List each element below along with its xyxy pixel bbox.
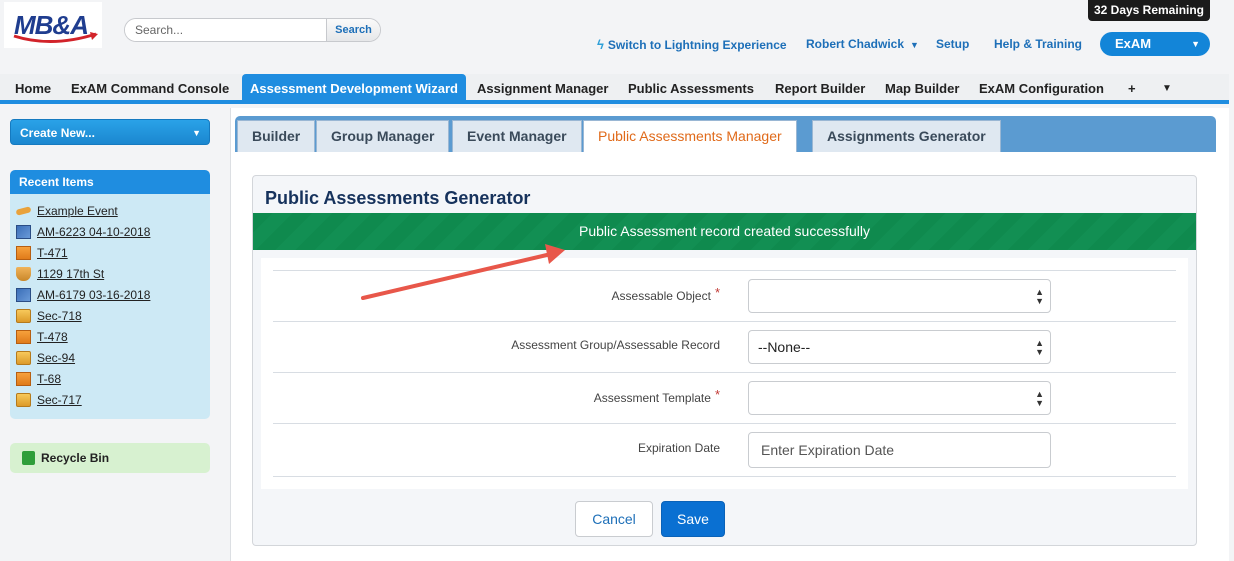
shield-icon: [16, 266, 31, 281]
expiration-date-label: Expiration Date: [390, 441, 720, 455]
recent-items-list: Example Event AM-6223 04-10-2018 T-471 1…: [10, 194, 210, 419]
tab-assessment-development-wizard[interactable]: Assessment Development Wizard: [242, 74, 466, 104]
subtab-group-manager[interactable]: Group Manager: [316, 120, 450, 152]
recent-item[interactable]: T-471: [16, 244, 68, 262]
tab-report-builder[interactable]: Report Builder: [767, 74, 873, 104]
recent-item[interactable]: Example Event: [16, 202, 118, 220]
search-input[interactable]: [125, 19, 328, 41]
subtab-assignments-generator[interactable]: Assignments Generator: [812, 120, 1001, 152]
lightning-bolt-icon: ϟ: [597, 37, 604, 52]
divider: [273, 423, 1176, 424]
recent-item-label: Example Event: [37, 204, 118, 218]
header: MB&A Search 32 Days Remaining ϟSwitch to…: [0, 0, 1234, 74]
select-arrows-icon: ▲ ▼: [1035, 338, 1044, 357]
assessment-group-label: Assessment Group/Assessable Record: [390, 338, 720, 352]
annotation-arrow-icon: [361, 244, 565, 300]
field-label-text: Expiration Date: [637, 441, 720, 455]
recent-item[interactable]: AM-6179 03-16-2018: [16, 286, 150, 304]
add-tab-icon[interactable]: +: [1120, 74, 1144, 104]
select-arrows-icon: ▲ ▼: [1035, 287, 1044, 306]
required-marker: *: [714, 285, 720, 300]
divider: [273, 476, 1176, 477]
recycle-bin-icon: [22, 450, 35, 465]
chevron-down-icon: ▼: [910, 40, 919, 50]
recent-item-label: 1129 17th St: [37, 267, 105, 281]
more-tabs-chevron-icon[interactable]: ▼: [1154, 74, 1180, 104]
app-switcher-label: ExAM: [1115, 36, 1152, 51]
subtab-event-manager[interactable]: Event Manager: [452, 120, 582, 152]
recent-item[interactable]: Sec-717: [16, 391, 82, 409]
panel-title: Public Assessments Generator: [265, 188, 531, 208]
box-icon: [16, 245, 31, 260]
save-button[interactable]: Save: [661, 501, 725, 537]
recycle-bin-link[interactable]: Recycle Bin: [10, 443, 210, 473]
stack-icon: [16, 308, 31, 323]
divider: [273, 372, 1176, 373]
recent-item-label: Sec-718: [37, 309, 82, 323]
create-new-label: Create New...: [20, 126, 95, 140]
required-marker: *: [714, 387, 720, 402]
box-icon: [16, 329, 31, 344]
tab-public-assessments[interactable]: Public Assessments: [620, 74, 762, 104]
cancel-button[interactable]: Cancel: [575, 501, 653, 537]
field-label-text: Assessment Template: [593, 391, 711, 405]
expiration-date-input[interactable]: [748, 432, 1051, 468]
main-nav: Home ExAM Command Console Assessment Dev…: [0, 74, 1229, 104]
stack-icon: [16, 350, 31, 365]
box-icon: [16, 371, 31, 386]
recent-item[interactable]: Sec-718: [16, 307, 82, 325]
recent-item-label: AM-6179 03-16-2018: [37, 288, 151, 302]
user-menu[interactable]: Robert Chadwick ▼: [806, 37, 919, 51]
help-training-link[interactable]: Help & Training: [994, 37, 1082, 51]
field-label-text: Assessable Object: [611, 289, 711, 303]
trial-days-badge: 32 Days Remaining: [1088, 0, 1210, 21]
tab-exam-command-console[interactable]: ExAM Command Console: [63, 74, 237, 104]
recent-item[interactable]: AM-6223 04-10-2018: [16, 223, 150, 241]
logo-swoosh-icon: [13, 32, 98, 43]
recent-item-label: Sec-717: [37, 393, 82, 407]
select-value: --None--: [758, 339, 811, 355]
recent-item-label: AM-6223 04-10-2018: [37, 225, 151, 239]
assignment-icon: [16, 287, 31, 302]
subtab-builder[interactable]: Builder: [237, 120, 316, 152]
recent-item[interactable]: T-478: [16, 328, 68, 346]
select-arrows-icon: ▲ ▼: [1035, 389, 1044, 408]
recent-item-label: T-471: [37, 246, 68, 260]
field-label-text: Assessment Group/Assessable Record: [511, 338, 720, 352]
recycle-bin-label: Recycle Bin: [41, 451, 110, 465]
tab-assignment-manager[interactable]: Assignment Manager: [469, 74, 616, 104]
switch-lightning-label: Switch to Lightning Experience: [607, 38, 787, 52]
recent-item-label: T-68: [37, 372, 62, 386]
assignment-icon: [16, 224, 31, 239]
event-icon: [16, 204, 31, 218]
recent-item[interactable]: 1129 17th St: [16, 265, 104, 283]
success-message: Public Assessment record created success…: [578, 223, 870, 239]
assessable-object-select[interactable]: ▲ ▼: [748, 279, 1051, 313]
divider: [273, 321, 1176, 322]
chevron-down-icon: ▼: [192, 128, 201, 138]
user-name: Robert Chadwick: [806, 37, 905, 51]
recent-item-label: Sec-94: [37, 351, 76, 365]
recent-items-header: Recent Items: [10, 170, 210, 194]
stack-icon: [16, 392, 31, 407]
create-new-dropdown[interactable]: Create New... ▼: [10, 119, 210, 145]
assessment-template-select[interactable]: ▲ ▼: [748, 381, 1051, 415]
tab-map-builder[interactable]: Map Builder: [877, 74, 967, 104]
search-box: Search: [124, 18, 381, 42]
recent-item[interactable]: Sec-94: [16, 349, 75, 367]
setup-link[interactable]: Setup: [936, 37, 969, 51]
tab-home[interactable]: Home: [7, 74, 59, 104]
recent-item-label: T-478: [37, 330, 68, 344]
search-button[interactable]: Search: [326, 19, 380, 41]
assessment-group-select[interactable]: --None-- ▲ ▼: [748, 330, 1051, 364]
wizard-subtabs: Builder Group Manager Event Manager Publ…: [235, 116, 1216, 152]
subtab-public-assessments-manager[interactable]: Public Assessments Manager: [583, 120, 797, 152]
app-switcher[interactable]: ExAM ▼: [1100, 32, 1210, 56]
tab-exam-configuration[interactable]: ExAM Configuration: [971, 74, 1112, 104]
switch-lightning-link[interactable]: ϟ Switch to Lightning Experience: [597, 37, 787, 52]
company-logo[interactable]: MB&A: [4, 2, 102, 48]
recent-item[interactable]: T-68: [16, 370, 61, 388]
chevron-down-icon: ▼: [1191, 39, 1200, 49]
assessment-template-label: Assessment Template *: [390, 387, 720, 405]
